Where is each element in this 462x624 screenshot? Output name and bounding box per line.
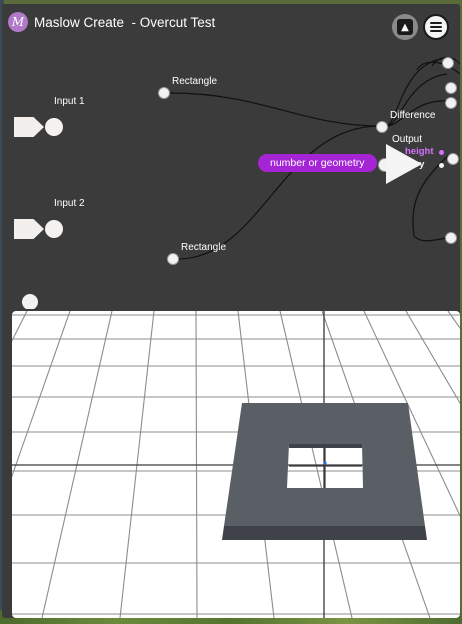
- title-bar: M Maslow Create - Overcut Test: [8, 11, 215, 33]
- rectangle-bottom-label: Rectangle: [181, 242, 227, 253]
- difference-node[interactable]: [376, 121, 388, 133]
- menu-button[interactable]: [423, 14, 449, 40]
- port-tooltip: number or geometry: [258, 154, 377, 172]
- app-title: Maslow Create - Overcut Test: [34, 14, 216, 30]
- rectangle-bottom-node[interactable]: [167, 253, 179, 265]
- rectangle-top-node[interactable]: [158, 87, 170, 99]
- chevron-up-icon: ▲: [397, 19, 413, 35]
- input-1-label: Input 1: [54, 96, 85, 107]
- hamburger-menu-icon: [430, 22, 442, 32]
- input-2-label: Input 2: [54, 198, 85, 209]
- maslow-logo-icon: M: [8, 12, 28, 32]
- app-window: M Maslow Create - Overcut Test ▲ Input 1…: [2, 4, 460, 618]
- input-1-port[interactable]: [45, 118, 63, 136]
- 3d-render: [12, 311, 460, 618]
- partial-node-5[interactable]: [445, 232, 457, 244]
- flow-canvas[interactable]: M Maslow Create - Overcut Test ▲ Input 1…: [2, 4, 460, 309]
- overcut-plate-model: [222, 403, 427, 540]
- pane-resize-handle[interactable]: [22, 294, 38, 309]
- difference-label: Difference: [390, 110, 436, 121]
- 3d-viewer[interactable]: [12, 311, 460, 618]
- partial-node-3[interactable]: [445, 97, 457, 109]
- partial-node-2[interactable]: [445, 82, 457, 94]
- go-up-level-button[interactable]: ▲: [392, 14, 418, 40]
- partial-node-1[interactable]: [442, 57, 454, 69]
- output-height-port[interactable]: [439, 150, 444, 155]
- input-2-port[interactable]: [45, 220, 63, 238]
- partial-node-4[interactable]: [447, 153, 459, 165]
- rectangle-top-label: Rectangle: [172, 76, 218, 87]
- output-geometry-port[interactable]: [439, 163, 444, 168]
- output-node-icon[interactable]: [386, 144, 422, 184]
